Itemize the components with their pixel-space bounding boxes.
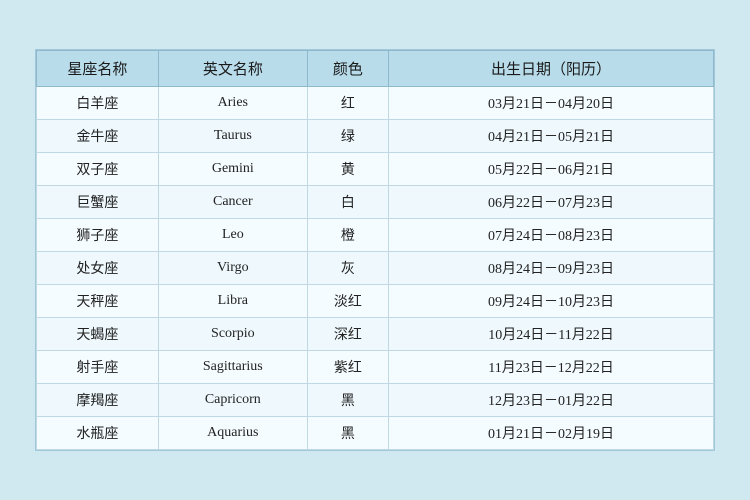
table-row: 水瓶座Aquarius黑01月21日－02月19日 [37, 417, 714, 450]
cell-zh: 射手座 [37, 351, 159, 384]
table-row: 处女座Virgo灰08月24日－09月23日 [37, 252, 714, 285]
cell-date: 11月23日－12月22日 [389, 351, 714, 384]
table-row: 双子座Gemini黄05月22日－06月21日 [37, 153, 714, 186]
zodiac-table: 星座名称 英文名称 颜色 出生日期（阳历） 白羊座Aries红03月21日－04… [36, 50, 714, 450]
cell-en: Virgo [158, 252, 307, 285]
cell-date: 01月21日－02月19日 [389, 417, 714, 450]
cell-zh: 摩羯座 [37, 384, 159, 417]
cell-zh: 处女座 [37, 252, 159, 285]
cell-en: Capricorn [158, 384, 307, 417]
header-date: 出生日期（阳历） [389, 51, 714, 87]
cell-color: 黑 [307, 417, 388, 450]
cell-en: Aries [158, 87, 307, 120]
cell-zh: 金牛座 [37, 120, 159, 153]
cell-zh: 水瓶座 [37, 417, 159, 450]
cell-color: 黄 [307, 153, 388, 186]
cell-date: 04月21日－05月21日 [389, 120, 714, 153]
header-en: 英文名称 [158, 51, 307, 87]
cell-date: 09月24日－10月23日 [389, 285, 714, 318]
cell-zh: 天秤座 [37, 285, 159, 318]
table-row: 巨蟹座Cancer白06月22日－07月23日 [37, 186, 714, 219]
cell-zh: 天蝎座 [37, 318, 159, 351]
cell-en: Aquarius [158, 417, 307, 450]
table-row: 金牛座Taurus绿04月21日－05月21日 [37, 120, 714, 153]
cell-date: 05月22日－06月21日 [389, 153, 714, 186]
cell-en: Sagittarius [158, 351, 307, 384]
cell-date: 03月21日－04月20日 [389, 87, 714, 120]
table-row: 天秤座Libra淡红09月24日－10月23日 [37, 285, 714, 318]
cell-color: 紫红 [307, 351, 388, 384]
cell-zh: 白羊座 [37, 87, 159, 120]
table-row: 天蝎座Scorpio深红10月24日－11月22日 [37, 318, 714, 351]
cell-color: 淡红 [307, 285, 388, 318]
cell-en: Leo [158, 219, 307, 252]
cell-color: 灰 [307, 252, 388, 285]
cell-date: 10月24日－11月22日 [389, 318, 714, 351]
cell-zh: 巨蟹座 [37, 186, 159, 219]
cell-en: Libra [158, 285, 307, 318]
header-zh: 星座名称 [37, 51, 159, 87]
cell-date: 08月24日－09月23日 [389, 252, 714, 285]
cell-en: Scorpio [158, 318, 307, 351]
cell-zh: 双子座 [37, 153, 159, 186]
cell-color: 绿 [307, 120, 388, 153]
table-row: 射手座Sagittarius紫红11月23日－12月22日 [37, 351, 714, 384]
cell-color: 橙 [307, 219, 388, 252]
cell-color: 红 [307, 87, 388, 120]
table-body: 白羊座Aries红03月21日－04月20日金牛座Taurus绿04月21日－0… [37, 87, 714, 450]
cell-date: 06月22日－07月23日 [389, 186, 714, 219]
cell-color: 深红 [307, 318, 388, 351]
cell-en: Cancer [158, 186, 307, 219]
zodiac-table-container: 星座名称 英文名称 颜色 出生日期（阳历） 白羊座Aries红03月21日－04… [35, 49, 715, 451]
cell-zh: 狮子座 [37, 219, 159, 252]
cell-color: 黑 [307, 384, 388, 417]
table-row: 狮子座Leo橙07月24日－08月23日 [37, 219, 714, 252]
cell-en: Gemini [158, 153, 307, 186]
table-row: 摩羯座Capricorn黑12月23日－01月22日 [37, 384, 714, 417]
cell-en: Taurus [158, 120, 307, 153]
table-header-row: 星座名称 英文名称 颜色 出生日期（阳历） [37, 51, 714, 87]
table-row: 白羊座Aries红03月21日－04月20日 [37, 87, 714, 120]
header-color: 颜色 [307, 51, 388, 87]
cell-date: 12月23日－01月22日 [389, 384, 714, 417]
cell-date: 07月24日－08月23日 [389, 219, 714, 252]
cell-color: 白 [307, 186, 388, 219]
